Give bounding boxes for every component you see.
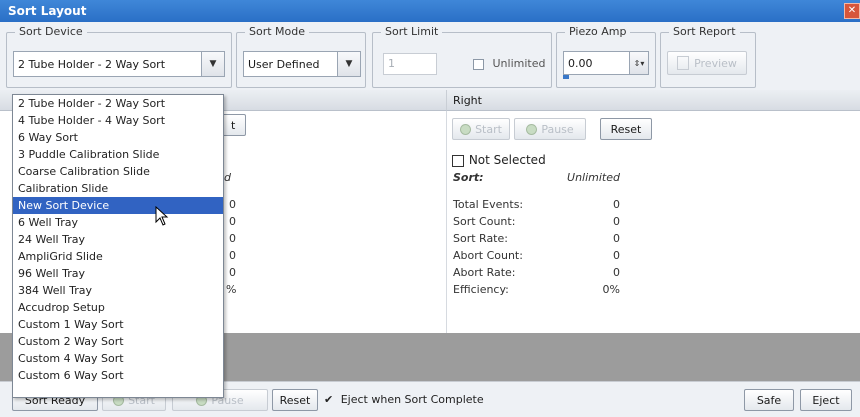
panel-divider (446, 111, 447, 333)
left-stat-value: 0 (229, 249, 236, 262)
stat-label: Total Events: (453, 198, 524, 211)
checkmark-icon[interactable]: ✔ (324, 393, 333, 406)
safe-label: Safe (756, 393, 782, 407)
dropdown-item[interactable]: 4 Tube Holder - 4 Way Sort (13, 112, 223, 129)
piezo-amp-group: Piezo Amp 0.00 ⇕▾ (556, 25, 656, 88)
left-stat-value: 0 (229, 232, 236, 245)
sort-mode-group: Sort Mode User Defined ▼ (236, 25, 366, 88)
sort-mode-legend: Sort Mode (245, 25, 310, 38)
stat-value: 0 (613, 215, 620, 228)
right-reset-button[interactable]: Reset (600, 118, 652, 140)
left-reset-fragment: t (231, 118, 236, 132)
dropdown-item[interactable]: AmpliGrid Slide (13, 248, 223, 265)
right-panel-header: Right (446, 90, 860, 111)
eject-when-complete-label: Eject when Sort Complete (340, 393, 484, 406)
left-stat-value: 0 (229, 215, 236, 228)
safe-button[interactable]: Safe (744, 389, 794, 411)
dropdown-item[interactable]: Calibration Slide (13, 180, 223, 197)
document-icon (677, 56, 690, 70)
stat-value: 0% (602, 283, 620, 296)
dropdown-item[interactable]: 384 Well Tray (13, 282, 223, 299)
bottom-reset-label: Reset (279, 393, 311, 407)
right-header-label: Right (453, 94, 482, 107)
title-bar: Sort Layout ✕ (0, 0, 860, 22)
level-indicator (563, 75, 569, 79)
dropdown-item-highlighted[interactable]: New Sort Device (13, 197, 223, 214)
stat-label: Abort Count: (453, 249, 523, 262)
dropdown-item[interactable]: Accudrop Setup (13, 299, 223, 316)
right-pause-label: Pause (541, 122, 574, 136)
mouse-cursor-icon (155, 206, 169, 226)
stat-value: 0 (613, 232, 620, 245)
sort-device-dropdown[interactable]: 2 Tube Holder - 2 Way Sort 4 Tube Holder… (12, 94, 224, 398)
stat-value: 0 (613, 198, 620, 211)
window-title: Sort Layout (8, 4, 87, 18)
sort-report-group: Sort Report Preview (660, 25, 756, 88)
status-dot-icon (460, 123, 472, 135)
dropdown-item[interactable]: 96 Well Tray (13, 265, 223, 282)
sort-mode-value: User Defined (248, 57, 320, 71)
sort-device-legend: Sort Device (15, 25, 87, 38)
sort-device-value: 2 Tube Holder - 2 Way Sort (18, 57, 166, 71)
dropdown-item[interactable]: 24 Well Tray (13, 231, 223, 248)
piezo-amp-value: 0.00 (568, 56, 593, 70)
piezo-amp-legend: Piezo Amp (565, 25, 631, 38)
piezo-amp-spinner[interactable]: 0.00 ⇕▾ (563, 51, 649, 75)
spinner-arrows-icon[interactable]: ⇕▾ (629, 52, 648, 74)
stat-value: 0 (613, 249, 620, 262)
sort-value: Unlimited (567, 171, 620, 184)
sort-device-group: Sort Device 2 Tube Holder - 2 Way Sort ▼ (6, 25, 232, 88)
unlimited-option[interactable]: Unlimited (473, 57, 545, 70)
dropdown-item[interactable]: 6 Way Sort (13, 129, 223, 146)
stat-label: Abort Rate: (453, 266, 516, 279)
not-selected-label: Not Selected (468, 153, 546, 167)
stat-label: Sort Count: (453, 215, 516, 228)
right-reset-label: Reset (610, 122, 642, 136)
eject-label: Eject (812, 393, 840, 407)
left-stat-value: 0 (229, 266, 236, 279)
sort-device-combo[interactable]: 2 Tube Holder - 2 Way Sort ▼ (13, 51, 225, 77)
sort-label: Sort: (453, 171, 484, 184)
dropdown-item[interactable]: Custom 2 Way Sort (13, 333, 223, 350)
eject-button[interactable]: Eject (800, 389, 852, 411)
status-dot-icon (526, 123, 538, 135)
right-pause-button[interactable]: Pause (514, 118, 586, 140)
left-sort-value: d (224, 171, 231, 184)
dropdown-item[interactable]: Custom 4 Way Sort (13, 350, 223, 367)
stat-value: 0 (613, 266, 620, 279)
dropdown-item[interactable]: Custom 1 Way Sort (13, 316, 223, 333)
dropdown-item[interactable]: 2 Tube Holder - 2 Way Sort (13, 95, 223, 112)
sort-limit-group: Sort Limit 1 Unlimited (372, 25, 552, 88)
sort-mode-combo[interactable]: User Defined ▼ (243, 51, 361, 77)
stat-label: Sort Rate: (453, 232, 508, 245)
dropdown-item[interactable]: 3 Puddle Calibration Slide (13, 146, 223, 163)
close-icon[interactable]: ✕ (844, 3, 860, 19)
preview-button[interactable]: Preview (667, 51, 747, 75)
bottom-reset-button[interactable]: Reset (272, 389, 318, 411)
stat-label: Efficiency: (453, 283, 509, 296)
sort-limit-input[interactable]: 1 (383, 53, 437, 75)
dropdown-item[interactable]: 6 Well Tray (13, 214, 223, 231)
sort-limit-legend: Sort Limit (381, 25, 443, 38)
left-stat-value: % (226, 283, 237, 296)
right-start-button[interactable]: Start (452, 118, 510, 140)
not-selected-option[interactable]: Not Selected (452, 153, 546, 167)
preview-label: Preview (694, 56, 737, 70)
chevron-down-icon[interactable]: ▼ (337, 52, 360, 76)
eject-when-complete-option[interactable]: ✔ Eject when Sort Complete (324, 393, 484, 406)
chevron-down-icon[interactable]: ▼ (201, 52, 224, 76)
unlimited-label: Unlimited (492, 57, 546, 70)
unlimited-checkbox[interactable] (473, 58, 484, 70)
not-selected-checkbox[interactable] (452, 154, 464, 167)
dropdown-item[interactable]: Coarse Calibration Slide (13, 163, 223, 180)
right-start-label: Start (475, 122, 502, 136)
left-stat-value: 0 (229, 198, 236, 211)
sort-report-legend: Sort Report (669, 25, 740, 38)
dropdown-item[interactable]: Custom 6 Way Sort (13, 367, 223, 384)
